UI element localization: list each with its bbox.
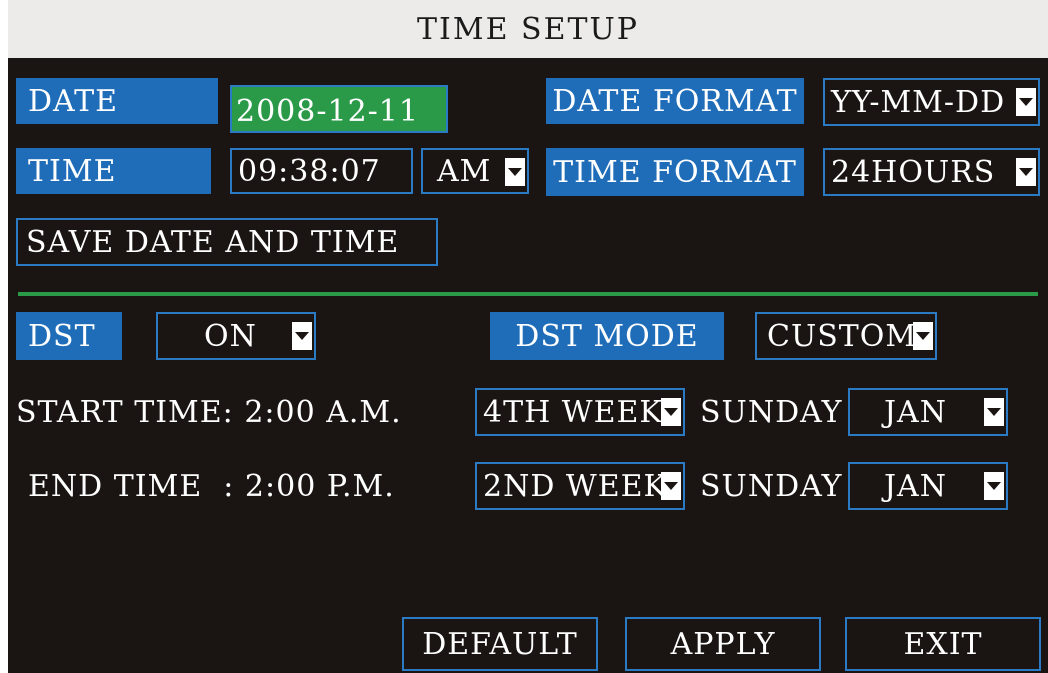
- end-week-select[interactable]: 2ND WEEK: [475, 462, 685, 510]
- page-title: TIME SETUP: [8, 0, 1048, 58]
- start-month-select[interactable]: JAN: [848, 388, 1008, 436]
- chevron-down-icon: [1016, 158, 1036, 186]
- start-week-value: 4TH WEEK: [483, 394, 663, 430]
- date-label: DATE: [16, 78, 218, 124]
- ampm-select[interactable]: AM: [421, 148, 529, 194]
- time-format-value: 24HOURS: [831, 154, 996, 190]
- time-setup-window: TIME SETUP DATE 2008-12-11 DATE FORMAT Y…: [8, 0, 1048, 673]
- exit-button[interactable]: EXIT: [845, 617, 1041, 671]
- chevron-down-icon: [505, 158, 525, 186]
- start-time-label: START TIME: 2:00 A.M.: [16, 394, 402, 430]
- start-day-label: SUNDAY: [700, 394, 843, 430]
- chevron-down-icon: [913, 322, 933, 350]
- start-month-value: JAN: [884, 394, 947, 430]
- end-time-label: END TIME : 2:00 P.M.: [28, 468, 395, 504]
- date-format-label: DATE FORMAT: [546, 78, 804, 124]
- apply-button[interactable]: APPLY: [625, 617, 821, 671]
- chevron-down-icon: [984, 398, 1004, 426]
- start-week-select[interactable]: 4TH WEEK: [475, 388, 685, 436]
- save-date-time-button[interactable]: SAVE DATE AND TIME: [16, 218, 438, 266]
- end-week-value: 2ND WEEK: [483, 468, 667, 504]
- chevron-down-icon: [292, 322, 312, 350]
- dst-label: DST: [16, 312, 122, 360]
- chevron-down-icon: [1016, 88, 1036, 116]
- dst-value: ON: [204, 318, 257, 354]
- time-format-label: TIME FORMAT: [546, 148, 804, 196]
- dst-mode-select[interactable]: CUSTOM: [755, 312, 937, 360]
- chevron-down-icon: [661, 472, 681, 500]
- dst-select[interactable]: ON: [156, 312, 316, 360]
- time-label: TIME: [16, 148, 211, 194]
- default-button[interactable]: DEFAULT: [402, 617, 598, 671]
- dst-mode-value: CUSTOM: [767, 318, 918, 354]
- date-format-value: YY-MM-DD: [831, 84, 1006, 120]
- end-month-select[interactable]: JAN: [848, 462, 1008, 510]
- date-field[interactable]: 2008-12-11: [230, 85, 448, 133]
- time-format-select[interactable]: 24HOURS: [823, 148, 1040, 196]
- end-day-label: SUNDAY: [700, 468, 843, 504]
- section-divider: [18, 292, 1038, 296]
- chevron-down-icon: [984, 472, 1004, 500]
- dst-mode-label: DST MODE: [490, 312, 724, 360]
- time-field[interactable]: 09:38:07: [230, 148, 413, 194]
- date-format-select[interactable]: YY-MM-DD: [823, 78, 1040, 126]
- ampm-value: AM: [437, 153, 492, 189]
- end-month-value: JAN: [884, 468, 947, 504]
- chevron-down-icon: [661, 398, 681, 426]
